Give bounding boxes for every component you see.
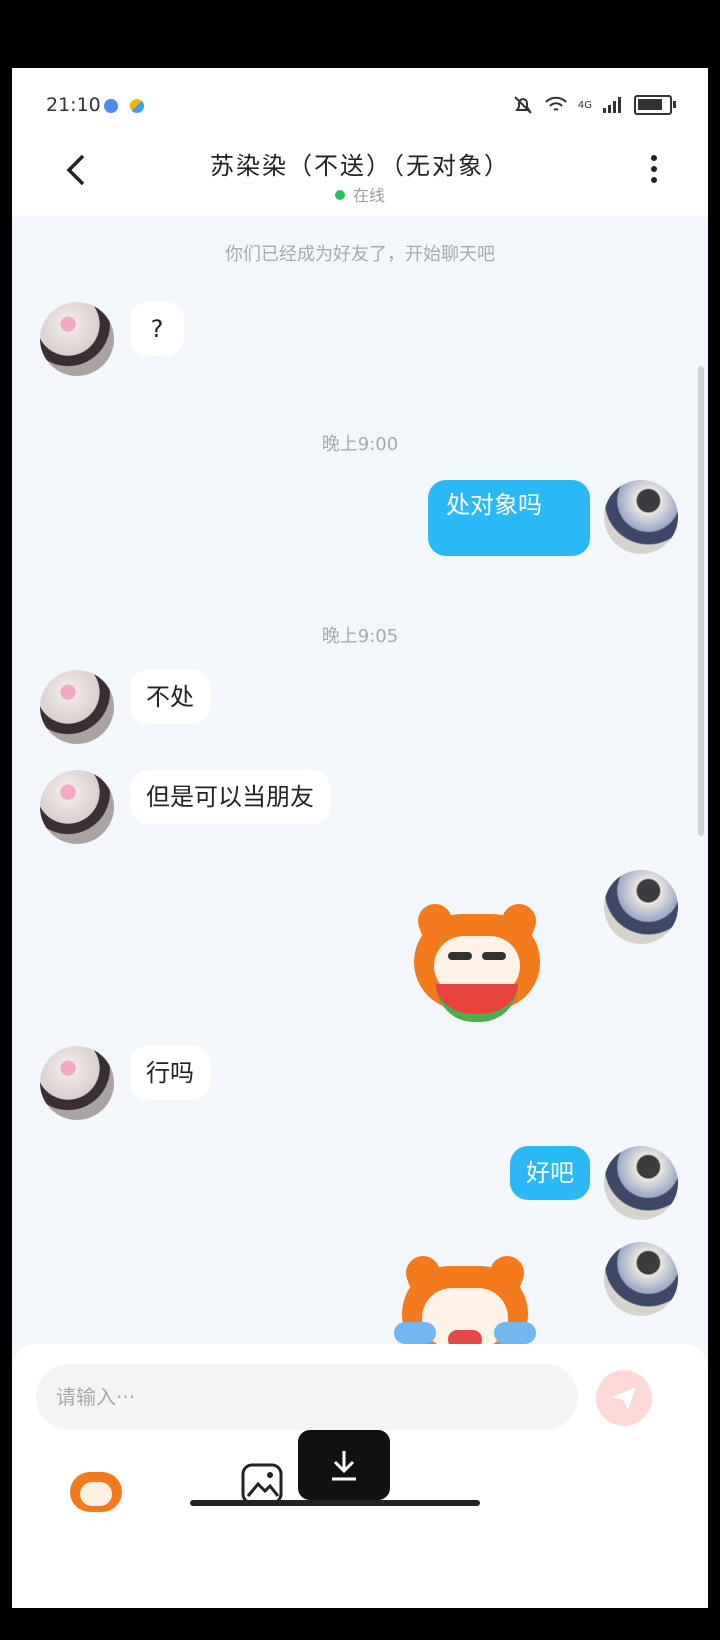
my-avatar[interactable]	[604, 870, 678, 944]
app-notification-icon	[130, 99, 144, 113]
contact-avatar[interactable]	[40, 302, 114, 376]
wifi-icon	[545, 96, 567, 111]
download-button[interactable]	[298, 1430, 390, 1500]
battery-icon	[634, 95, 676, 115]
message-bubble[interactable]: 处对象吗	[428, 480, 590, 556]
network-type: 4G	[577, 99, 592, 111]
home-indicator[interactable]	[190, 1500, 480, 1506]
message-bubble[interactable]: 好吧	[510, 1146, 590, 1200]
send-icon	[612, 1387, 636, 1410]
more-button[interactable]	[644, 150, 664, 190]
contact-avatar[interactable]	[40, 1046, 114, 1120]
message-bubble[interactable]: 行吗	[130, 1046, 210, 1100]
message-bubble[interactable]: 不处	[130, 670, 210, 724]
chat-title: 苏染染（不送）（无对象）	[210, 152, 510, 180]
emoji-button[interactable]	[68, 1464, 124, 1516]
chat-area[interactable]: 你们已经成为好友了，开始聊天吧 ? 晚上9:00 处对象吗 晚上9:05 不处 …	[12, 216, 708, 1486]
status-time: 21:10	[46, 94, 101, 116]
online-dot	[334, 190, 345, 200]
app-notification-icon	[104, 99, 118, 113]
my-avatar[interactable]	[604, 1146, 678, 1220]
sticker-eating-watermelon[interactable]	[402, 899, 552, 1030]
mute-bell-icon	[514, 96, 532, 114]
composer-panel	[12, 1344, 708, 1608]
message-bubble[interactable]: 但是可以当朋友	[130, 770, 330, 824]
contact-avatar[interactable]	[40, 770, 114, 844]
send-button[interactable]	[596, 1370, 652, 1426]
status-icons: 4G	[512, 94, 676, 116]
system-message: 你们已经成为好友了，开始聊天吧	[225, 244, 495, 265]
timestamp: 晚上9:05	[321, 626, 399, 647]
chat-header: 苏染染（不送）（无对象） 在线	[12, 138, 708, 216]
my-avatar[interactable]	[604, 1242, 678, 1316]
signal-icon	[603, 97, 621, 113]
online-status: 在线	[12, 182, 708, 206]
status-bar: 21:10 4G	[12, 68, 708, 138]
message-input[interactable]	[36, 1364, 578, 1430]
my-avatar[interactable]	[604, 480, 678, 554]
contact-avatar[interactable]	[40, 670, 114, 744]
timestamp: 晚上9:00	[321, 434, 399, 455]
download-icon	[332, 1451, 356, 1481]
message-bubble[interactable]: ?	[130, 302, 184, 356]
phone-screen: 21:10 4G 苏染染（不送）（无对象） 在线 你们已经成为好友了，开始聊天吧…	[12, 68, 708, 1608]
